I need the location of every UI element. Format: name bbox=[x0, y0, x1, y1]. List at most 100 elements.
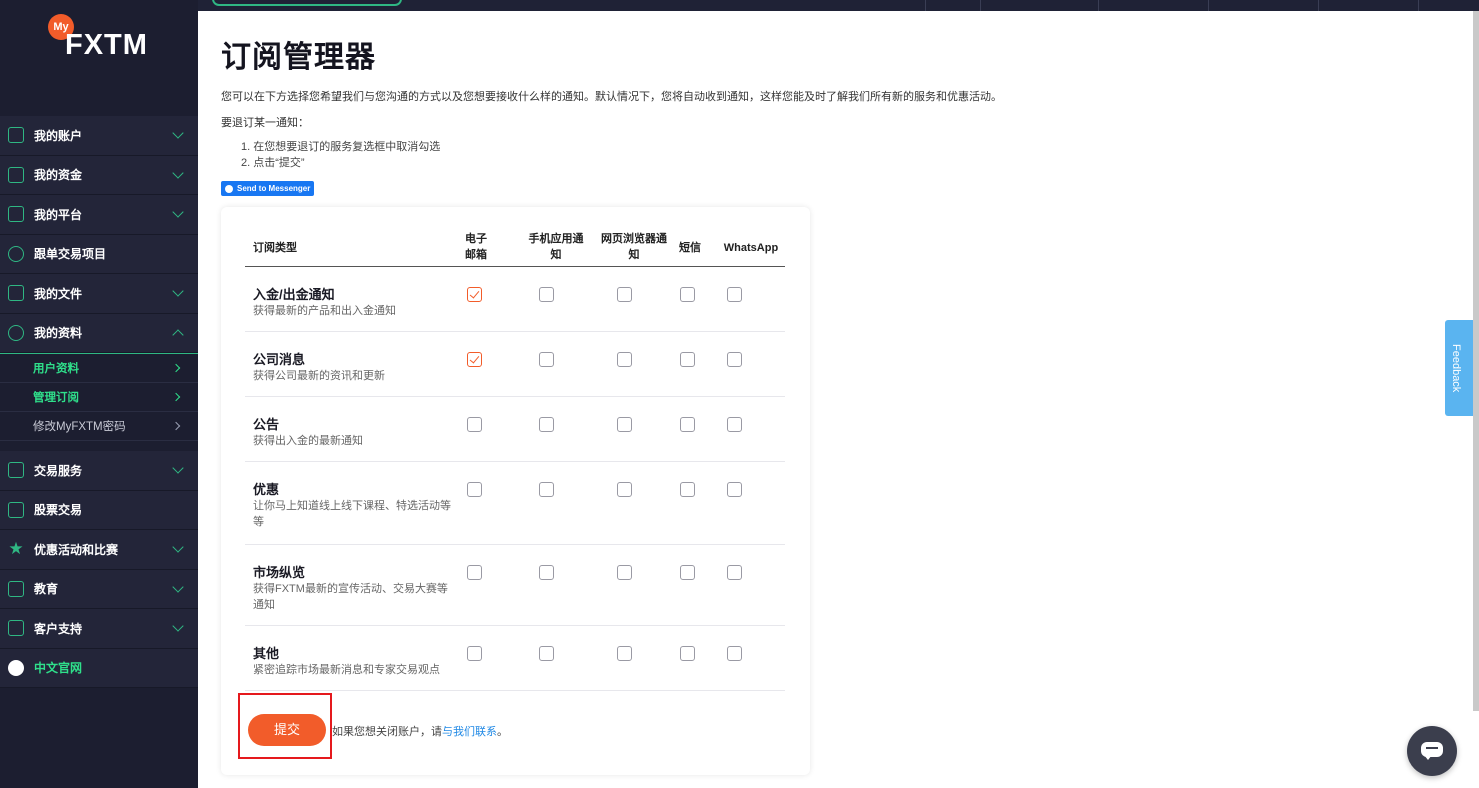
chevron-down-icon bbox=[172, 166, 184, 179]
top-bar-divider bbox=[1208, 0, 1209, 11]
checkbox-web[interactable] bbox=[617, 417, 632, 432]
sidebar-item-education[interactable]: 教育 bbox=[0, 569, 198, 609]
checkbox-email[interactable] bbox=[467, 565, 482, 580]
checkbox-whatsapp[interactable] bbox=[727, 417, 742, 432]
table-row: 公司消息 获得公司最新的资讯和更新 bbox=[245, 332, 785, 397]
top-bar-tab[interactable] bbox=[212, 0, 402, 6]
submenu-item-user-profile[interactable]: 用户资料 bbox=[0, 354, 198, 383]
sidebar-item-label: 跟单交易项目 bbox=[34, 247, 107, 262]
submenu-item-manage-subscriptions[interactable]: 管理订阅 bbox=[0, 383, 198, 412]
sidebar-item-label: 优惠活动和比赛 bbox=[34, 542, 119, 557]
header-web: 网页浏览器通知 bbox=[601, 233, 667, 261]
checkbox-whatsapp[interactable] bbox=[727, 482, 742, 497]
checkbox-email[interactable] bbox=[467, 417, 482, 432]
main-content: 订阅管理器 您可以在下方选择您希望我们与您沟通的方式以及您想要接收什么样的通知。… bbox=[221, 32, 1421, 198]
checkbox-whatsapp[interactable] bbox=[727, 565, 742, 580]
sidebar-item-my-account[interactable]: 我的账户 bbox=[0, 116, 198, 156]
page-scrollbar[interactable] bbox=[1473, 11, 1479, 711]
sidebar-item-label: 我的资金 bbox=[34, 168, 83, 183]
globe-icon bbox=[8, 659, 24, 676]
sidebar-item-my-profile[interactable]: 我的资料 bbox=[0, 313, 198, 353]
table-row: 入金/出金通知 获得最新的产品和出入金通知 bbox=[245, 267, 785, 332]
chevron-right-icon bbox=[171, 421, 181, 431]
row-description: 获得FXTM最新的宣传活动、交易大赛等通知 bbox=[253, 583, 448, 611]
close-note-suffix: 。 bbox=[497, 726, 508, 738]
fxtm-logo[interactable]: My FXTM bbox=[48, 14, 158, 64]
sidebar-item-stock-trading[interactable]: 股票交易 bbox=[0, 490, 198, 530]
monitor-icon bbox=[8, 501, 24, 518]
sidebar-item-my-documents[interactable]: 我的文件 bbox=[0, 274, 198, 314]
sidebar-item-chinese-site[interactable]: 中文官网 bbox=[0, 648, 198, 688]
row-description: 获得最新的产品和出入金通知 bbox=[253, 305, 396, 317]
sidebar-item-copy-trading[interactable]: 跟单交易项目 bbox=[0, 234, 198, 274]
checkbox-web[interactable] bbox=[617, 287, 632, 302]
checkbox-app[interactable] bbox=[539, 646, 554, 661]
header-email: 电子邮箱 bbox=[465, 233, 487, 261]
top-bar-divider bbox=[1318, 0, 1319, 11]
chat-button[interactable] bbox=[1407, 726, 1457, 776]
checkbox-sms[interactable] bbox=[680, 482, 695, 497]
checkbox-email[interactable] bbox=[467, 646, 482, 661]
sidebar-item-label: 我的账户 bbox=[34, 128, 83, 143]
chevron-down-icon bbox=[172, 462, 184, 474]
checkbox-sms[interactable] bbox=[680, 565, 695, 580]
sidebar-item-my-platform[interactable]: 我的平台 bbox=[0, 195, 198, 235]
feedback-tab[interactable]: Feedback bbox=[1445, 320, 1473, 416]
checkbox-whatsapp[interactable] bbox=[727, 646, 742, 661]
checkbox-whatsapp[interactable] bbox=[727, 352, 742, 367]
sidebar-item-label: 客户支持 bbox=[34, 621, 83, 636]
sidebar-item-promotions[interactable]: ★ 优惠活动和比赛 bbox=[0, 530, 198, 570]
close-note-prefix: 如果您想关闭账户，请 bbox=[332, 726, 442, 738]
close-account-note: 如果您想关闭账户，请与我们联系。 bbox=[332, 723, 508, 739]
chevron-down-icon bbox=[172, 580, 184, 593]
checkbox-sms[interactable] bbox=[680, 287, 695, 302]
chart-line-icon bbox=[8, 462, 24, 479]
checkbox-web[interactable] bbox=[617, 352, 632, 367]
checkbox-email[interactable] bbox=[467, 352, 482, 367]
table-row: 公告 获得出入金的最新通知 bbox=[245, 397, 785, 462]
submit-button[interactable]: 提交 bbox=[248, 714, 326, 746]
checkbox-web[interactable] bbox=[617, 482, 632, 497]
sidebar-item-label: 我的文件 bbox=[34, 286, 83, 301]
checkbox-app[interactable] bbox=[539, 287, 554, 302]
sidebar-item-label: 中文官网 bbox=[34, 661, 83, 676]
header-whatsapp: WhatsApp bbox=[723, 242, 779, 254]
submenu-item-change-password[interactable]: 修改MyFXTM密码 bbox=[0, 412, 198, 441]
row-description: 获得出入金的最新通知 bbox=[253, 435, 363, 447]
checkbox-email[interactable] bbox=[467, 287, 482, 302]
checkbox-app[interactable] bbox=[539, 352, 554, 367]
checkbox-whatsapp[interactable] bbox=[727, 287, 742, 302]
row-description: 紧密追踪市场最新消息和专家交易观点 bbox=[253, 664, 440, 676]
row-description: 获得公司最新的资讯和更新 bbox=[253, 370, 385, 382]
messenger-icon bbox=[225, 184, 233, 193]
checkbox-sms[interactable] bbox=[680, 646, 695, 661]
sidebar-item-support[interactable]: 客户支持 bbox=[0, 609, 198, 649]
sidebar-item-label: 教育 bbox=[34, 582, 59, 597]
step-item: 2. 点击“提交” bbox=[241, 157, 305, 169]
chevron-down-icon bbox=[172, 620, 184, 632]
submenu-item-label: 用户资料 bbox=[33, 363, 79, 375]
sidebar-item-trading-services[interactable]: 交易服务 bbox=[0, 451, 198, 491]
row-description: 让你马上知道线上线下课程、特选活动等等 bbox=[253, 500, 451, 528]
checkbox-app[interactable] bbox=[539, 482, 554, 497]
id-card-icon bbox=[8, 285, 24, 302]
checkbox-web[interactable] bbox=[617, 646, 632, 661]
checkbox-sms[interactable] bbox=[680, 352, 695, 367]
table-header: 订阅类型 电子邮箱 手机应用通知 网页浏览器通知 短信 WhatsApp bbox=[245, 227, 785, 267]
contact-us-link[interactable]: 与我们联系 bbox=[442, 726, 497, 738]
send-to-messenger-button[interactable]: Send to Messenger bbox=[221, 181, 315, 196]
checkbox-email[interactable] bbox=[467, 482, 482, 497]
checkbox-app[interactable] bbox=[539, 417, 554, 432]
user-circle-icon bbox=[8, 324, 24, 341]
top-bar-divider bbox=[1418, 0, 1419, 11]
sidebar-item-label: 我的资料 bbox=[34, 326, 83, 341]
sidebar-nav: 我的账户 我的资金 我的平台 跟单交易项目 我的文件 我的资料 用户资料 管理订… bbox=[0, 116, 198, 688]
checkbox-web[interactable] bbox=[617, 565, 632, 580]
checkbox-sms[interactable] bbox=[680, 417, 695, 432]
wallet-icon bbox=[8, 166, 24, 183]
chevron-down-icon bbox=[172, 285, 184, 297]
chevron-right-icon bbox=[171, 392, 181, 402]
checkbox-app[interactable] bbox=[539, 565, 554, 580]
sidebar-item-my-funds[interactable]: 我的资金 bbox=[0, 155, 198, 195]
howto-text: 要退订某一通知： bbox=[221, 117, 309, 129]
